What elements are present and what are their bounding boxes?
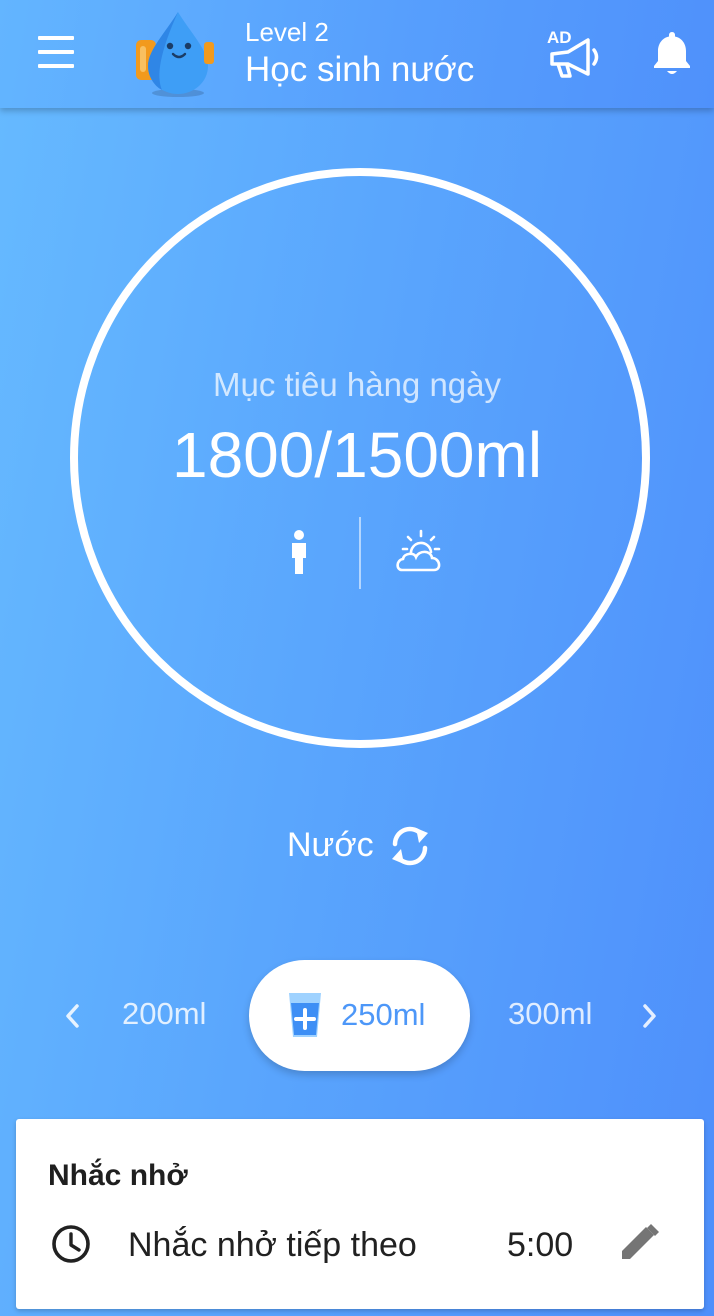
level-label: Level 2 [245,17,329,47]
next-cup-size-button[interactable] [634,998,664,1034]
hamburger-line [38,50,74,54]
next-reminder-label: Nhắc nhở tiếp theo [128,1226,417,1264]
prev-cup-size-button[interactable] [58,998,88,1034]
chevron-right-icon [643,1004,656,1028]
goal-divider [359,517,361,589]
cup-size-selected: 250ml [341,997,426,1032]
sun-cloud-icon [396,529,441,572]
svg-text:AD: AD [547,28,572,47]
next-reminder-time[interactable]: 5:00 [507,1226,573,1265]
hamburger-line [38,36,74,40]
bell-icon [654,32,690,74]
weather-button[interactable] [394,528,448,576]
swap-refresh-icon [392,826,428,866]
ad-megaphone-icon: AD [547,28,599,78]
menu-button[interactable] [30,30,82,74]
daily-goal-value: 1800/1500ml [171,419,543,491]
add-drink-button[interactable]: 250ml [249,960,470,1071]
hamburger-line [38,64,74,68]
water-drop-mascot-icon [136,12,214,97]
cup-size-option-next[interactable]: 300ml [508,996,592,1032]
pencil-icon [622,1224,659,1259]
glass-plus-icon [289,993,321,1037]
app-bar: Level 2 Học sinh nước AD [0,0,714,108]
clock-icon [52,1225,90,1263]
level-title: Học sinh nước [245,50,475,89]
edit-reminder-button[interactable] [616,1221,664,1265]
notifications-button[interactable] [648,28,696,78]
remove-ads-button[interactable]: AD [542,24,602,80]
cup-size-option-prev[interactable]: 200ml [122,996,206,1032]
chevron-left-icon [66,1004,79,1028]
daily-goal-label: Mục tiêu hàng ngày [212,366,502,403]
drink-type-label[interactable]: Nước [287,826,374,865]
person-icon [292,530,306,574]
profile-button[interactable] [278,528,320,578]
reminder-card-title: Nhắc nhở [48,1159,188,1192]
water-drop-mascot-avatar[interactable] [130,6,222,98]
switch-drink-button[interactable] [386,824,434,868]
reminder-card: Nhắc nhở Nhắc nhở tiếp theo 5:00 [16,1119,704,1309]
